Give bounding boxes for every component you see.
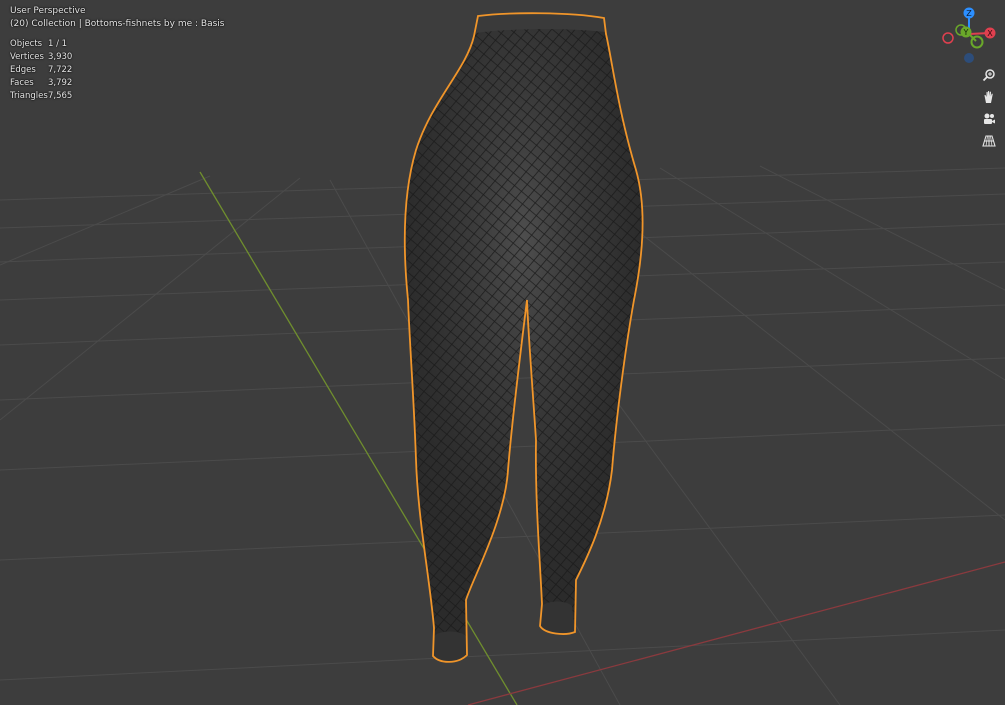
stat-row-objects: Objects 1 / 1 xyxy=(10,38,72,51)
grid-line xyxy=(0,177,301,421)
stat-value: 1 / 1 xyxy=(48,39,68,49)
zoom-icon xyxy=(982,68,995,81)
gizmo-neg-z-handle xyxy=(964,53,974,63)
stat-row-triangles: Triangles 7,565 xyxy=(10,90,72,103)
stat-label: Objects xyxy=(10,39,43,49)
3d-viewport[interactable]: User Perspective (20) Collection | Botto… xyxy=(0,0,1005,705)
grid-line xyxy=(0,629,1005,681)
stat-row-vertices: Vertices 3,930 xyxy=(10,51,72,64)
stat-value: 7,722 xyxy=(48,65,73,75)
stat-value: 7,565 xyxy=(48,91,73,101)
grid-line xyxy=(0,175,211,266)
navigation-tools xyxy=(978,64,999,151)
camera-view-button[interactable] xyxy=(978,108,999,129)
stat-label: Triangles xyxy=(10,91,48,101)
stat-value: 3,930 xyxy=(48,52,73,62)
stat-value: 3,792 xyxy=(48,78,73,88)
stat-label: Edges xyxy=(10,65,36,75)
perspective-grid-icon xyxy=(981,134,996,147)
statistics-overlay: Objects 1 / 1 Vertices 3,930 Edges 7,722… xyxy=(10,38,72,103)
tights-net xyxy=(404,13,643,662)
pan-button[interactable] xyxy=(978,86,999,107)
right-foot-cuff xyxy=(540,601,575,634)
left-foot-cuff xyxy=(433,631,467,662)
viewport-scene xyxy=(0,12,1005,705)
view-name: User Perspective xyxy=(10,6,86,16)
gizmo-neg-x-handle xyxy=(942,32,954,44)
gizmo-z-label: Z xyxy=(966,9,972,18)
stat-row-edges: Edges 7,722 xyxy=(10,64,72,77)
stat-label: Faces xyxy=(10,78,34,88)
navigation-gizmo[interactable]: Z Y X xyxy=(938,4,1002,66)
perspective-toggle-button[interactable] xyxy=(978,130,999,151)
zoom-button[interactable] xyxy=(978,64,999,85)
gizmo-y-handle xyxy=(970,35,984,49)
camera-view-icon xyxy=(983,113,995,124)
gizmo-y-label: Y xyxy=(963,28,969,37)
grid-line xyxy=(759,165,1005,291)
pan-hand-icon xyxy=(984,90,993,103)
gizmo-x-label: X xyxy=(987,29,993,38)
viewport-header-info: User Perspective (20) Collection | Botto… xyxy=(10,5,224,31)
fishnet-tights-mesh xyxy=(403,12,644,663)
stat-label: Vertices xyxy=(10,52,44,62)
grid-line xyxy=(0,514,1005,561)
collection-line: (20) Collection | Bottoms-fishnets by me… xyxy=(10,19,225,29)
stat-row-faces: Faces 3,792 xyxy=(10,77,72,90)
